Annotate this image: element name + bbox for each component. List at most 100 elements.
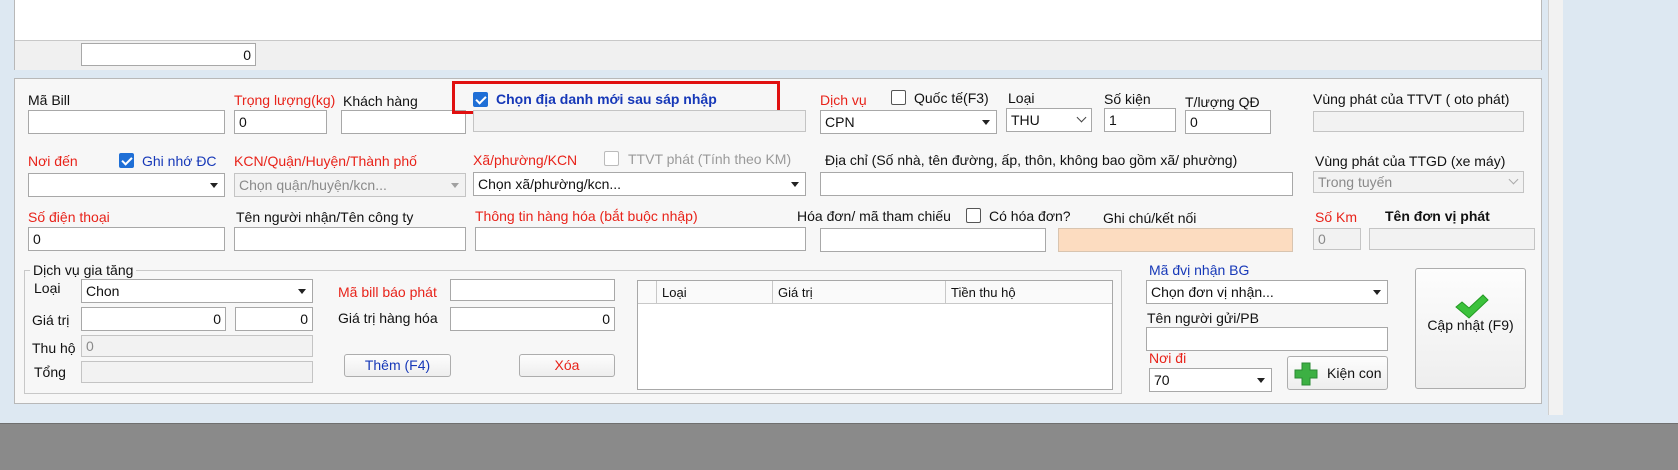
xoa-button[interactable]: Xóa [519, 354, 615, 377]
table-header-gia-tri[interactable]: Giá trị [778, 284, 813, 302]
trong-luong-input[interactable]: 0 [234, 110, 327, 134]
noi-di-value: 70 [1154, 372, 1170, 388]
so-km-field: 0 [1313, 228, 1361, 250]
ghi-chu-input[interactable] [1058, 228, 1293, 252]
vung-phat-ttvt-field [1313, 111, 1524, 132]
table-header-tien-thu-ho[interactable]: Tiền thu hộ [951, 284, 1016, 302]
dich-vu-value: CPN [825, 114, 855, 130]
ma-dvi-nhan-bg-select[interactable]: Chọn đơn vị nhận... [1146, 280, 1388, 304]
dropdown-arrow-icon [210, 183, 218, 188]
quoc-te-checkbox[interactable] [891, 90, 906, 105]
thong-tin-hang-hoa-input[interactable] [475, 227, 806, 251]
so-kien-label: Số kiện [1104, 91, 1151, 107]
xa-phuong-placeholder: Chọn xã/phường/kcn... [478, 176, 622, 192]
dvgt-loai-select[interactable]: Chon [81, 279, 313, 303]
bottom-status-bar [0, 423, 1678, 470]
dich-vu-gia-tang-title: Dịch vụ gia tăng [30, 261, 137, 279]
ten-nguoi-gui-label: Tên người gửi/PB [1147, 310, 1259, 326]
xa-phuong-select[interactable]: Chọn xã/phường/kcn... [473, 172, 806, 196]
noi-den-select[interactable] [28, 173, 225, 197]
cap-nhat-label: Cập nhật (F9) [1427, 317, 1514, 333]
dvgt-table-header [638, 281, 1112, 304]
xa-phuong-label: Xã/phường/KCN [473, 152, 578, 168]
dvgt-loai-label: Loại [34, 280, 61, 296]
ma-dvi-nhan-bg-label: Mã đvị nhận BG [1149, 262, 1250, 278]
vung-phat-ttgd-label: Vùng phát của TTGD (xe máy) [1315, 153, 1506, 169]
kien-con-button[interactable]: Kiện con [1287, 356, 1388, 390]
dropdown-arrow-icon [1257, 378, 1265, 383]
dvgt-tong-label: Tổng [34, 364, 66, 380]
noi-den-label: Nơi đến [28, 153, 78, 169]
chon-dia-danh-label[interactable]: Chọn địa danh mới sau sáp nhập [496, 90, 717, 108]
trong-luong-label: Trọng lượng(kg) [234, 92, 336, 108]
so-dien-thoai-input[interactable]: 0 [28, 227, 225, 251]
them-button[interactable]: Thêm (F4) [344, 354, 451, 377]
dvgt-tong-field [81, 361, 313, 383]
ma-bill-label: Mã Bill [28, 92, 71, 108]
top-count-field[interactable]: 0 [81, 43, 256, 66]
co-hoa-don-checkbox[interactable] [966, 208, 981, 223]
kcn-select: Chọn quận/huyện/kcn... [234, 173, 466, 197]
thong-tin-hang-hoa-label: Thông tin hàng hóa (bắt buộc nhập) [475, 208, 698, 224]
dvgt-table-rowheader-cell [638, 281, 657, 303]
dvgt-gia-tri-input-2[interactable]: 0 [235, 307, 313, 331]
chon-dia-danh-checkbox[interactable] [473, 92, 488, 107]
tluong-qd-label: T/lượng QĐ [1185, 94, 1260, 110]
dvgt-table[interactable]: Loại Giá trị Tiền thu hộ [637, 280, 1113, 390]
loai-value: THU [1011, 112, 1040, 128]
table-header-loai[interactable]: Loại [662, 284, 687, 302]
khach-hang-label: Khách hàng [343, 93, 418, 109]
ghi-chu-label: Ghi chú/kết nối [1103, 210, 1197, 226]
khach-hang-input[interactable] [341, 110, 466, 134]
ma-bill-bao-phat-input[interactable] [450, 279, 615, 301]
dropdown-arrow-icon [791, 182, 799, 187]
cap-nhat-button[interactable]: Cập nhật (F9) [1415, 268, 1526, 389]
dropdown-arrow-icon [982, 120, 990, 125]
table-header-divider [772, 281, 773, 303]
ten-nguoi-gui-input[interactable] [1146, 327, 1388, 351]
gia-tri-hang-hoa-input[interactable]: 0 [450, 307, 615, 331]
noi-di-select[interactable]: 70 [1149, 368, 1272, 392]
ghi-nho-dc-checkbox[interactable] [119, 153, 134, 168]
loai-label: Loại [1008, 90, 1035, 106]
ma-bill-input[interactable] [28, 110, 225, 134]
vung-phat-ttvt-label: Vùng phát của TTVT ( oto phát) [1313, 91, 1510, 107]
dvgt-thu-ho-field: 0 [81, 335, 313, 357]
chon-dia-danh-field [473, 110, 806, 132]
table-header-divider [945, 281, 946, 303]
so-dien-thoai-label: Số điện thoại [28, 209, 110, 225]
dvgt-thu-ho-label: Thu hộ [32, 340, 76, 356]
dvgt-gia-tri-label: Giá trị [32, 312, 70, 328]
dia-chi-input[interactable] [820, 172, 1293, 196]
kcn-label: KCN/Quận/Huyện/Thành phố [234, 153, 417, 169]
ghi-nho-dc-label[interactable]: Ghi nhớ ĐC [142, 152, 217, 170]
right-scroll-track[interactable] [1548, 0, 1563, 415]
so-kien-input[interactable]: 1 [1104, 108, 1176, 132]
so-km-label: Số Km [1315, 209, 1358, 225]
ttvt-phat-label[interactable]: TTVT phát (Tính theo KM) [628, 150, 791, 168]
kcn-placeholder: Chọn quận/huyện/kcn... [239, 177, 387, 193]
dropdown-arrow-icon [451, 183, 459, 188]
gia-tri-hang-hoa-label: Giá trị hàng hóa [338, 310, 438, 326]
hoa-don-input[interactable] [820, 228, 1046, 252]
dich-vu-label: Dịch vụ [820, 92, 867, 108]
dropdown-arrow-icon [1373, 290, 1381, 295]
vung-phat-ttgd-value: Trong tuyến [1318, 174, 1393, 190]
ma-dvi-nhan-bg-placeholder: Chọn đơn vị nhận... [1151, 284, 1274, 300]
co-hoa-don-label[interactable]: Có hóa đơn? [989, 207, 1071, 225]
dvgt-loai-value: Chon [86, 283, 120, 299]
dia-chi-label: Địa chỉ (Số nhà, tên đường, ấp, thôn, kh… [825, 152, 1238, 168]
dich-vu-select[interactable]: CPN [820, 110, 997, 134]
plus-icon [1293, 361, 1319, 387]
dropdown-arrow-icon [298, 289, 306, 294]
tluong-qd-input[interactable]: 0 [1185, 110, 1271, 134]
ttvt-phat-checkbox[interactable] [604, 151, 619, 166]
hoa-don-label: Hóa đơn/ mã tham chiếu [797, 208, 951, 224]
noi-di-label: Nơi đi [1149, 350, 1187, 366]
chevron-down-icon [1076, 112, 1087, 123]
loai-select[interactable]: THU [1006, 108, 1092, 132]
ten-don-vi-phat-label: Tên đơn vị phát [1385, 208, 1490, 224]
dvgt-gia-tri-input-1[interactable]: 0 [81, 307, 226, 331]
ten-nguoi-nhan-input[interactable] [234, 227, 466, 251]
quoc-te-label[interactable]: Quốc tế(F3) [914, 89, 989, 107]
